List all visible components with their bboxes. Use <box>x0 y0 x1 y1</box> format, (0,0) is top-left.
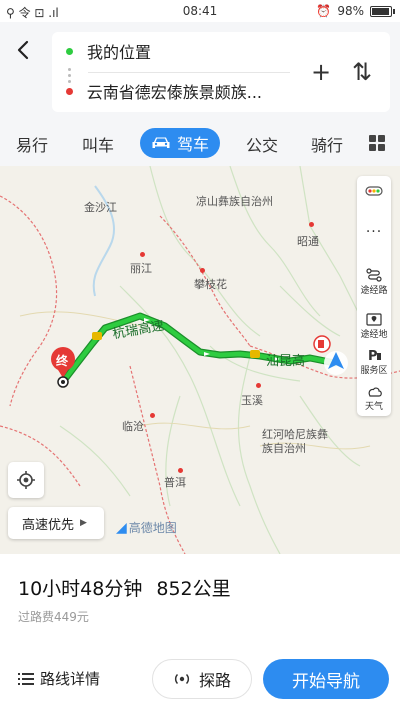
status-right: ⏰ 98% <box>316 4 395 18</box>
map-label-honghe: 红河哈尼族彝族自治州 <box>262 428 328 455</box>
triangle-right-icon: ▶ <box>80 518 87 528</box>
tab-taxi[interactable]: 叫车 <box>82 132 114 156</box>
start-point-text: 我的位置 <box>87 43 152 62</box>
route-summary: 10小时48分钟 852公里 <box>18 574 231 601</box>
route-detail-button[interactable]: 路线详情 <box>18 668 100 689</box>
battery-percent: 98% <box>337 4 364 18</box>
status-bar: ⚲ 令 ⊡ .ıl 08:41 ⏰ 98% <box>0 0 400 22</box>
swap-button[interactable]: ⇅ <box>348 58 376 86</box>
explore-label: 探路 <box>198 671 231 690</box>
map-label-zhaotong: 昭通 <box>297 235 319 248</box>
tab-drive[interactable]: 驾车 <box>140 128 220 158</box>
transport-tabs: 易行 叫车 驾车 公交 骑行 <box>0 120 400 166</box>
start-point-field[interactable]: 我的位置 <box>66 36 151 66</box>
tab-drive-label: 驾车 <box>176 135 209 154</box>
map-label-panzhihua: 攀枝花 <box>194 278 227 291</box>
route-road-button[interactable]: 途经路 <box>357 268 391 296</box>
destination-field[interactable]: 云南省德宏傣族景颇族... <box>66 76 262 106</box>
more-icon: ··· <box>365 224 383 240</box>
map-label-lijiang: 丽江 <box>130 262 152 275</box>
alarm-icon: ⏰ <box>316 4 332 18</box>
end-marker-label: 终 <box>56 354 69 368</box>
weather-label: 天气 <box>364 402 383 412</box>
destination-text: 云南省德宏傣族景颇族... <box>86 83 262 102</box>
traffic-light-icon <box>365 186 383 196</box>
route-input-box: 我的位置 云南省德宏傣族景颇族... + ⇅ <box>52 32 390 112</box>
plus-icon: + <box>310 58 332 86</box>
add-stop-button[interactable]: + <box>307 58 335 86</box>
traffic-toggle[interactable] <box>357 184 391 199</box>
duration-text: 10小时48分钟 <box>18 578 143 600</box>
tab-bike[interactable]: 骑行 <box>311 132 343 156</box>
weather-button[interactable]: 天气 <box>357 384 391 412</box>
map-label-puer: 普洱 <box>164 476 186 489</box>
city-dot <box>309 222 314 227</box>
toll-text: 过路费449元 <box>18 610 89 624</box>
map-label-liangshan: 凉山彝族自治州 <box>196 195 273 208</box>
route-detail-label: 路线详情 <box>40 670 101 688</box>
start-navigation-button[interactable]: 开始导航 <box>263 659 389 699</box>
amap-logo: ◢ 高德地图 <box>116 519 177 536</box>
route-summary-card: 10小时48分钟 852公里 过路费449元 路线详情 探路 开始导航 <box>0 554 400 711</box>
battery-icon <box>370 5 395 17</box>
map-pin-icon <box>366 313 382 326</box>
via-point-button[interactable]: 途经地 <box>357 312 391 340</box>
divider <box>88 72 290 73</box>
route-preference-label: 高速优先 <box>22 517 75 533</box>
parking-icon: P <box>368 349 381 362</box>
service-area-button[interactable]: P 服务区 <box>357 348 391 376</box>
route-road-label: 途经路 <box>360 286 388 296</box>
distance-text: 852公里 <box>156 578 231 600</box>
city-dot <box>256 383 261 388</box>
map-label-yuxi: 玉溪 <box>241 394 263 407</box>
map-side-panel: ··· 途经路 途经地 P 服务区 天气 <box>357 176 391 416</box>
more-button[interactable]: ··· <box>357 224 391 240</box>
route-header: 我的位置 云南省德宏傣族景颇族... + ⇅ <box>0 22 400 120</box>
more-modes-icon[interactable] <box>369 135 385 151</box>
city-dot <box>178 468 183 473</box>
map-label-shankun: 汕昆高 <box>266 354 306 369</box>
city-dot <box>200 268 205 273</box>
cloud-icon <box>368 387 382 397</box>
service-area-label: 服务区 <box>360 366 388 376</box>
crosshair-icon <box>17 471 35 489</box>
map-label-lincang: 临沧 <box>122 420 144 433</box>
list-icon <box>18 672 34 685</box>
back-button[interactable] <box>12 38 36 62</box>
end-dot-icon <box>66 87 73 95</box>
map-view[interactable]: 金沙江 凉山彝族自治州 昭通 丽江 攀枝花 杭瑞高速 汕昆高 六 玉溪 临沧 红… <box>0 166 400 554</box>
swap-icon: ⇅ <box>351 58 373 86</box>
explore-button[interactable]: 探路 <box>152 659 252 699</box>
logo-text: 高德地图 <box>128 521 177 535</box>
city-dot <box>140 252 145 257</box>
via-point-label: 途经地 <box>360 330 388 340</box>
tab-yixing[interactable]: 易行 <box>16 132 48 156</box>
chevron-left-icon <box>17 40 29 60</box>
radar-icon <box>174 673 190 685</box>
locate-button[interactable] <box>8 462 44 498</box>
logo-icon: ◢ <box>116 519 127 536</box>
start-dot-icon <box>66 47 73 55</box>
car-icon <box>152 137 170 148</box>
map-label-jinshajiang: 金沙江 <box>84 201 117 214</box>
route-preference-button[interactable]: 高速优先 ▶ <box>8 507 104 539</box>
route-road-icon <box>366 268 382 282</box>
start-navigation-label: 开始导航 <box>292 671 360 692</box>
svg-text:P: P <box>368 349 378 362</box>
city-dot <box>150 413 155 418</box>
tab-transit[interactable]: 公交 <box>246 132 278 156</box>
